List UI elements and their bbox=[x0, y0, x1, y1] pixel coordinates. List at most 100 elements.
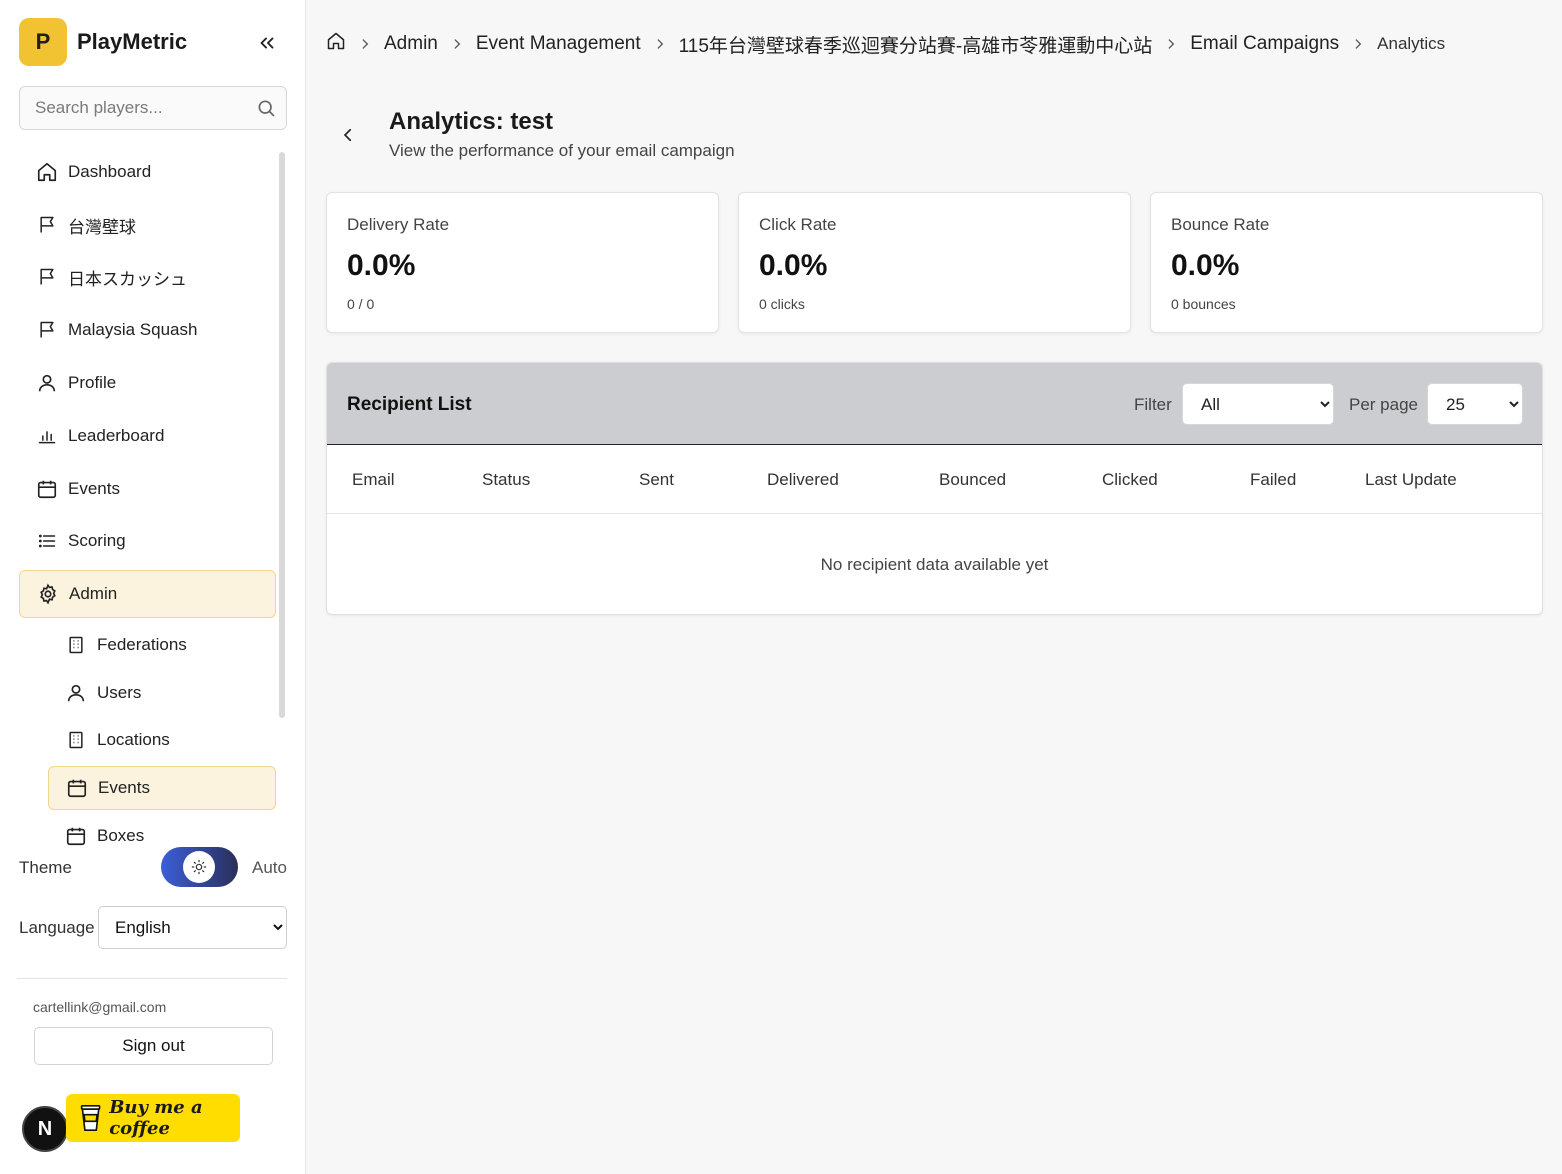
column-header-sent[interactable]: Sent bbox=[639, 470, 674, 490]
theme-toggle[interactable] bbox=[161, 847, 238, 887]
breadcrumb-admin[interactable]: Admin bbox=[384, 33, 438, 55]
stat-detail: 0 clicks bbox=[759, 296, 805, 312]
per-page-select[interactable]: 25 bbox=[1427, 383, 1523, 425]
sidebar-item-profile[interactable]: Profile bbox=[19, 359, 276, 407]
breadcrumb-home[interactable] bbox=[326, 31, 346, 57]
sidebar-subitem-events[interactable]: Events bbox=[48, 766, 276, 810]
sidebar-subitem-federations[interactable]: Federations bbox=[48, 623, 276, 667]
column-header-bounced[interactable]: Bounced bbox=[939, 470, 1006, 490]
bar-chart-icon bbox=[35, 424, 59, 448]
stat-label: Delivery Rate bbox=[347, 215, 450, 234]
search-icon[interactable] bbox=[256, 98, 276, 123]
column-header-email[interactable]: Email bbox=[352, 470, 395, 490]
column-header-last-update[interactable]: Last Update bbox=[1365, 470, 1457, 490]
sidebar-item-label: Events bbox=[68, 479, 120, 498]
sidebar-subitem-users[interactable]: Users bbox=[48, 671, 276, 715]
chevron-right-icon bbox=[1164, 37, 1178, 51]
user-icon bbox=[64, 681, 88, 705]
recipient-list-header: Recipient List Filter All Per page 25 bbox=[327, 363, 1542, 445]
theme-label: Theme bbox=[19, 858, 72, 877]
theme-value: Auto bbox=[252, 858, 287, 877]
sidebar-subitem-label: Locations bbox=[97, 730, 170, 749]
user-email: cartellink@gmail.com bbox=[33, 999, 167, 1015]
chevron-right-icon bbox=[653, 37, 667, 51]
stat-value: 0.0% bbox=[759, 249, 828, 282]
buy-me-a-coffee-button[interactable]: Buy me a coffee bbox=[66, 1094, 240, 1142]
sidebar-item-dashboard[interactable]: Dashboard bbox=[19, 148, 276, 196]
sidebar-item-scoring[interactable]: Scoring bbox=[19, 517, 276, 565]
theme-knob bbox=[183, 851, 215, 883]
chevron-right-icon bbox=[450, 37, 464, 51]
collapse-sidebar-button[interactable] bbox=[252, 28, 282, 58]
calendar-icon bbox=[65, 776, 89, 800]
page-title: Analytics: test bbox=[389, 108, 554, 135]
stat-label: Bounce Rate bbox=[1171, 215, 1270, 234]
search-box bbox=[19, 86, 287, 130]
next-letter: N bbox=[37, 1117, 53, 1140]
breadcrumb-email-campaigns[interactable]: Email Campaigns bbox=[1190, 33, 1339, 55]
sidebar-item-taiwan-squash[interactable]: 台灣壁球 bbox=[19, 201, 276, 249]
sidebar-item-admin[interactable]: Admin bbox=[19, 570, 276, 618]
back-button[interactable] bbox=[333, 120, 363, 150]
per-page-label: Per page bbox=[1349, 395, 1418, 414]
search-input[interactable] bbox=[20, 87, 240, 129]
nextjs-dev-badge[interactable]: N bbox=[22, 1106, 68, 1152]
sidebar-item-japan-squash[interactable]: 日本スカッシュ bbox=[19, 253, 276, 301]
language-label: Language bbox=[19, 918, 95, 937]
sidebar-item-label: Leaderboard bbox=[68, 426, 165, 445]
chevron-left-icon bbox=[343, 128, 352, 142]
list-icon bbox=[35, 529, 59, 553]
sidebar-item-label: Scoring bbox=[68, 531, 126, 550]
app-logo[interactable]: P bbox=[19, 18, 67, 66]
sidebar-item-label: Dashboard bbox=[68, 162, 152, 181]
logo-letter: P bbox=[35, 29, 51, 54]
column-header-delivered[interactable]: Delivered bbox=[767, 470, 839, 490]
breadcrumb-current: Analytics bbox=[1377, 34, 1446, 53]
sidebar-item-malaysia-squash[interactable]: Malaysia Squash bbox=[19, 306, 276, 354]
coffee-cup-icon bbox=[80, 1104, 101, 1132]
sidebar-divider bbox=[17, 978, 287, 979]
flag-icon bbox=[35, 213, 59, 237]
stat-label: Click Rate bbox=[759, 215, 837, 234]
stat-value: 0.0% bbox=[347, 249, 416, 282]
table-divider bbox=[327, 513, 1542, 514]
chevron-right-icon bbox=[1351, 37, 1365, 51]
stat-card-click-rate: Click Rate 0.0% 0 clicks bbox=[738, 192, 1131, 333]
user-icon bbox=[35, 371, 59, 395]
sign-out-button[interactable]: Sign out bbox=[34, 1027, 273, 1065]
sidebar-scrollbar[interactable] bbox=[279, 152, 285, 718]
column-header-clicked[interactable]: Clicked bbox=[1102, 470, 1158, 490]
chevron-right-icon bbox=[358, 37, 372, 51]
sidebar: P PlayMetric Dashboard 台灣壁球 日本スカッシュ Mala… bbox=[0, 0, 306, 1174]
coffee-label: Buy me a coffee bbox=[109, 1097, 203, 1139]
sidebar-item-label: 台灣壁球 bbox=[68, 217, 136, 237]
app-name[interactable]: PlayMetric bbox=[77, 29, 187, 55]
sidebar-item-label: Malaysia Squash bbox=[68, 320, 198, 339]
breadcrumb: Admin Event Management 115年台灣壁球春季巡迴賽分站賽-… bbox=[326, 30, 1445, 58]
home-icon bbox=[35, 160, 59, 184]
stat-detail: 0 bounces bbox=[1171, 296, 1236, 312]
building-icon bbox=[64, 633, 88, 657]
language-select[interactable]: English bbox=[98, 906, 287, 949]
recipient-list-panel: Recipient List Filter All Per page 25 Em… bbox=[326, 362, 1543, 615]
breadcrumb-event[interactable]: 115年台灣壁球春季巡迴賽分站賽-高雄市苓雅運動中心站 bbox=[679, 31, 1153, 58]
gear-icon bbox=[36, 582, 60, 606]
column-header-status[interactable]: Status bbox=[482, 470, 530, 490]
calendar-icon bbox=[64, 824, 88, 846]
sidebar-item-leaderboard[interactable]: Leaderboard bbox=[19, 412, 276, 460]
stat-card-bounce-rate: Bounce Rate 0.0% 0 bounces bbox=[1150, 192, 1543, 333]
sidebar-subitem-label: Users bbox=[97, 683, 142, 702]
filter-select[interactable]: All bbox=[1182, 383, 1334, 425]
breadcrumb-event-management[interactable]: Event Management bbox=[476, 33, 641, 55]
sidebar-subitem-boxes[interactable]: Boxes bbox=[48, 814, 276, 846]
sidebar-subitem-locations[interactable]: Locations bbox=[48, 718, 276, 762]
stat-value: 0.0% bbox=[1171, 249, 1240, 282]
home-icon bbox=[327, 32, 345, 50]
flag-icon bbox=[35, 265, 59, 289]
empty-state-message: No recipient data available yet bbox=[820, 555, 1049, 574]
sidebar-subitem-label: Events bbox=[98, 778, 150, 797]
sidebar-item-events[interactable]: Events bbox=[19, 465, 276, 513]
calendar-icon bbox=[35, 477, 59, 501]
column-header-failed[interactable]: Failed bbox=[1250, 470, 1296, 490]
recipient-list-title: Recipient List bbox=[347, 394, 472, 415]
